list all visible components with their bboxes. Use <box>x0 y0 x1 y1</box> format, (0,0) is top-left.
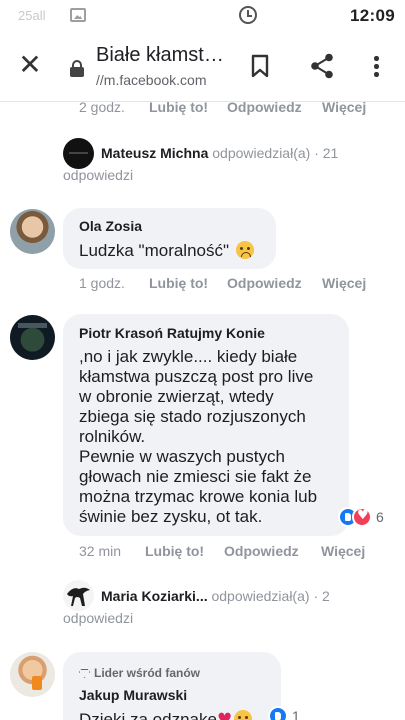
alarm-icon <box>239 6 257 24</box>
reply-author: Mateusz Michna <box>101 145 209 161</box>
lock-icon[interactable] <box>70 60 84 77</box>
reply-author: Maria Koziarki... <box>101 588 208 604</box>
reactions-summary[interactable]: 1 <box>268 706 318 720</box>
status-bar: 25all 12:09 <box>0 0 405 32</box>
like-button[interactable]: Lubię to! <box>149 102 208 115</box>
avatar[interactable] <box>10 315 55 360</box>
replies-link[interactable]: Mateusz Michna odpowiedział(a) · 21 odpo… <box>63 142 393 186</box>
browser-toolbar: ✕ Białe kłamst… //m.facebook.com <box>0 32 405 102</box>
comment-actions: 1 godz. Lubię to! Odpowiedz Więcej <box>79 275 399 295</box>
reaction-count: 1 <box>292 708 300 720</box>
replies-link[interactable]: Maria Koziarki... odpowiedział(a) · 2 od… <box>63 585 393 629</box>
bookmark-icon[interactable] <box>251 54 269 78</box>
reply-button[interactable]: Odpowiedz <box>227 275 302 291</box>
top-fan-badge: Lider wśród fanów <box>79 666 200 680</box>
laughing-emoji-icon <box>234 710 253 720</box>
heart-emoji-icon: ♥ <box>216 710 233 720</box>
more-button[interactable]: Więcej <box>321 543 365 559</box>
diamond-icon <box>79 669 90 678</box>
reply-button[interactable]: Odpowiedz <box>224 543 299 559</box>
comments-feed: 2 godz. Lubię to! Odpowiedz Więcej Mateu… <box>0 102 405 720</box>
comment-text: Ludzka "moralność" <box>79 241 254 261</box>
signal-indicator: 25all <box>18 8 46 23</box>
reply-count: 21 <box>322 145 339 161</box>
like-reaction-icon <box>268 706 288 720</box>
comment-time: 1 godz. <box>79 275 125 291</box>
reply-button[interactable]: Odpowiedz <box>227 102 302 115</box>
close-icon[interactable]: ✕ <box>18 51 42 79</box>
share-icon[interactable] <box>310 53 334 79</box>
clock: 12:09 <box>350 6 395 25</box>
comment-bubble: Lider wśród fanów Jakup Murawski Dzieki … <box>63 652 281 720</box>
reaction-count: 6 <box>376 509 384 525</box>
page-url[interactable]: //m.facebook.com <box>96 72 207 88</box>
comment-text: ,no i jak zwykle.... kiedy białe kłamstw… <box>79 347 318 526</box>
replies-label: odpowiedzi <box>63 610 134 626</box>
comment-bubble: Piotr Krasoń Ratujmy Konie ,no i jak zwy… <box>63 314 349 536</box>
comment-actions: 32 min Lubię to! Odpowiedz Więcej <box>79 543 399 563</box>
more-button[interactable]: Więcej <box>322 102 366 115</box>
like-button[interactable]: Lubię to! <box>149 275 208 291</box>
reactions-summary[interactable]: 6 <box>338 507 398 529</box>
reply-action-text: odpowiedział(a) <box>211 588 310 604</box>
reply-count: 2 <box>322 588 330 604</box>
more-button[interactable]: Więcej <box>322 275 366 291</box>
avatar[interactable] <box>10 209 55 254</box>
comment-actions: 2 godz. Lubię to! Odpowiedz Więcej <box>79 102 399 119</box>
more-options-icon[interactable] <box>370 54 382 80</box>
sad-emoji-icon <box>235 241 254 259</box>
love-reaction-icon <box>352 507 372 527</box>
replies-label: odpowiedzi <box>63 167 134 183</box>
comment-author[interactable]: Ola Zosia <box>79 218 142 234</box>
comment-author[interactable]: Piotr Krasoń Ratujmy Konie <box>79 325 265 341</box>
comment-time: 32 min <box>79 543 122 559</box>
comment-bubble: Ola Zosia Ludzka "moralność" <box>63 208 276 269</box>
comment-text: Dzieki za odznake♥ <box>79 710 253 720</box>
comment-author[interactable]: Jakup Murawski <box>79 687 187 703</box>
image-notification-icon <box>70 8 86 22</box>
reply-action-text: odpowiedział(a) <box>212 145 311 161</box>
like-button[interactable]: Lubię to! <box>145 543 204 559</box>
page-title[interactable]: Białe kłamst… <box>96 44 224 67</box>
avatar[interactable] <box>10 652 55 697</box>
comment-time: 2 godz. <box>79 102 125 115</box>
